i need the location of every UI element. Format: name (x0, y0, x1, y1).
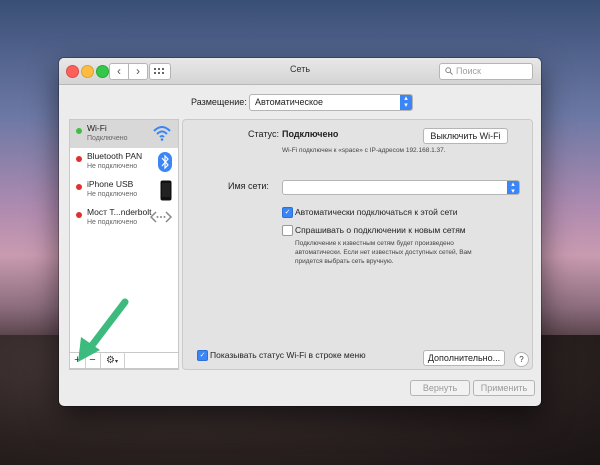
status-dot (76, 128, 82, 134)
location-value: Автоматическое (255, 97, 324, 107)
service-name: Wi-Fi (87, 123, 107, 133)
service-status: Не подключено (87, 219, 138, 226)
status-dot (76, 156, 82, 162)
status-dot (76, 184, 82, 190)
turn-off-wifi-button[interactable]: Выключить Wi-Fi (423, 128, 508, 144)
help-button[interactable]: ? (514, 352, 529, 367)
search-placeholder: Поиск (456, 66, 481, 76)
show-wifi-status-checkbox[interactable]: ✓ (197, 350, 208, 361)
service-status: Не подключено (87, 163, 138, 170)
service-name: Bluetooth PAN (87, 151, 143, 161)
title-bar: ‹ › Сеть Поиск (59, 58, 541, 85)
search-field[interactable]: Поиск (439, 63, 533, 80)
advanced-button[interactable]: Дополнительно... (423, 350, 505, 366)
service-status: Не подключено (87, 191, 138, 198)
service-item-iphone-usb[interactable]: iPhone USB Не подключено (70, 176, 178, 204)
auto-join-label: Автоматически подключаться к этой сети (295, 207, 458, 217)
location-label: Размещение: (191, 97, 247, 107)
status-dot (76, 212, 82, 218)
service-item-bluetooth-pan[interactable]: Bluetooth PAN Не подключено (70, 148, 178, 176)
status-value: Подключено (282, 129, 339, 139)
search-icon (445, 67, 453, 75)
show-wifi-status-label: Показывать статус Wi-Fi в строке меню (210, 350, 366, 360)
ask-join-note-line-3: придется выбрать сеть вручную. (295, 258, 394, 265)
service-status: Подключено (87, 135, 128, 142)
service-name: iPhone USB (87, 179, 134, 189)
network-name-select[interactable]: ▴ ▾ (282, 180, 520, 195)
ask-join-checkbox[interactable] (282, 225, 293, 236)
select-stepper-icon: ▴ ▾ (507, 181, 519, 195)
location-select[interactable]: Автоматическое ▴ ▾ (249, 94, 413, 111)
apply-button[interactable]: Применить (473, 380, 535, 396)
revert-button[interactable]: Вернуть (410, 380, 470, 396)
ask-join-note-line-1: Подключение к известным сетям будет прои… (295, 240, 454, 247)
network-name-label: Имя сети: (228, 181, 269, 191)
wifi-icon (153, 126, 171, 141)
status-note: Wi-Fi подключен к «space» с IP-адресом 1… (282, 147, 446, 154)
service-name: Мост T...nderbolt (87, 207, 152, 217)
bluetooth-icon (158, 152, 172, 172)
auto-join-checkbox[interactable]: ✓ (282, 207, 293, 218)
bridge-icon (150, 211, 172, 223)
wifi-detail-panel: Статус: Подключено Выключить Wi-Fi Wi-Fi… (182, 119, 533, 370)
service-item-thunderbolt-bridge[interactable]: Мост T...nderbolt Не подключено (70, 204, 178, 232)
ask-join-note-line-2: автоматически. Если нет известных доступ… (295, 249, 472, 256)
iphone-icon (160, 180, 172, 201)
ask-join-label: Спрашивать о подключении к новым сетям (295, 225, 466, 235)
status-label: Статус: (248, 129, 279, 139)
service-item-wifi[interactable]: Wi-Fi Подключено (70, 120, 178, 148)
annotation-arrow (78, 298, 129, 362)
select-stepper-icon: ▴ ▾ (400, 95, 412, 110)
